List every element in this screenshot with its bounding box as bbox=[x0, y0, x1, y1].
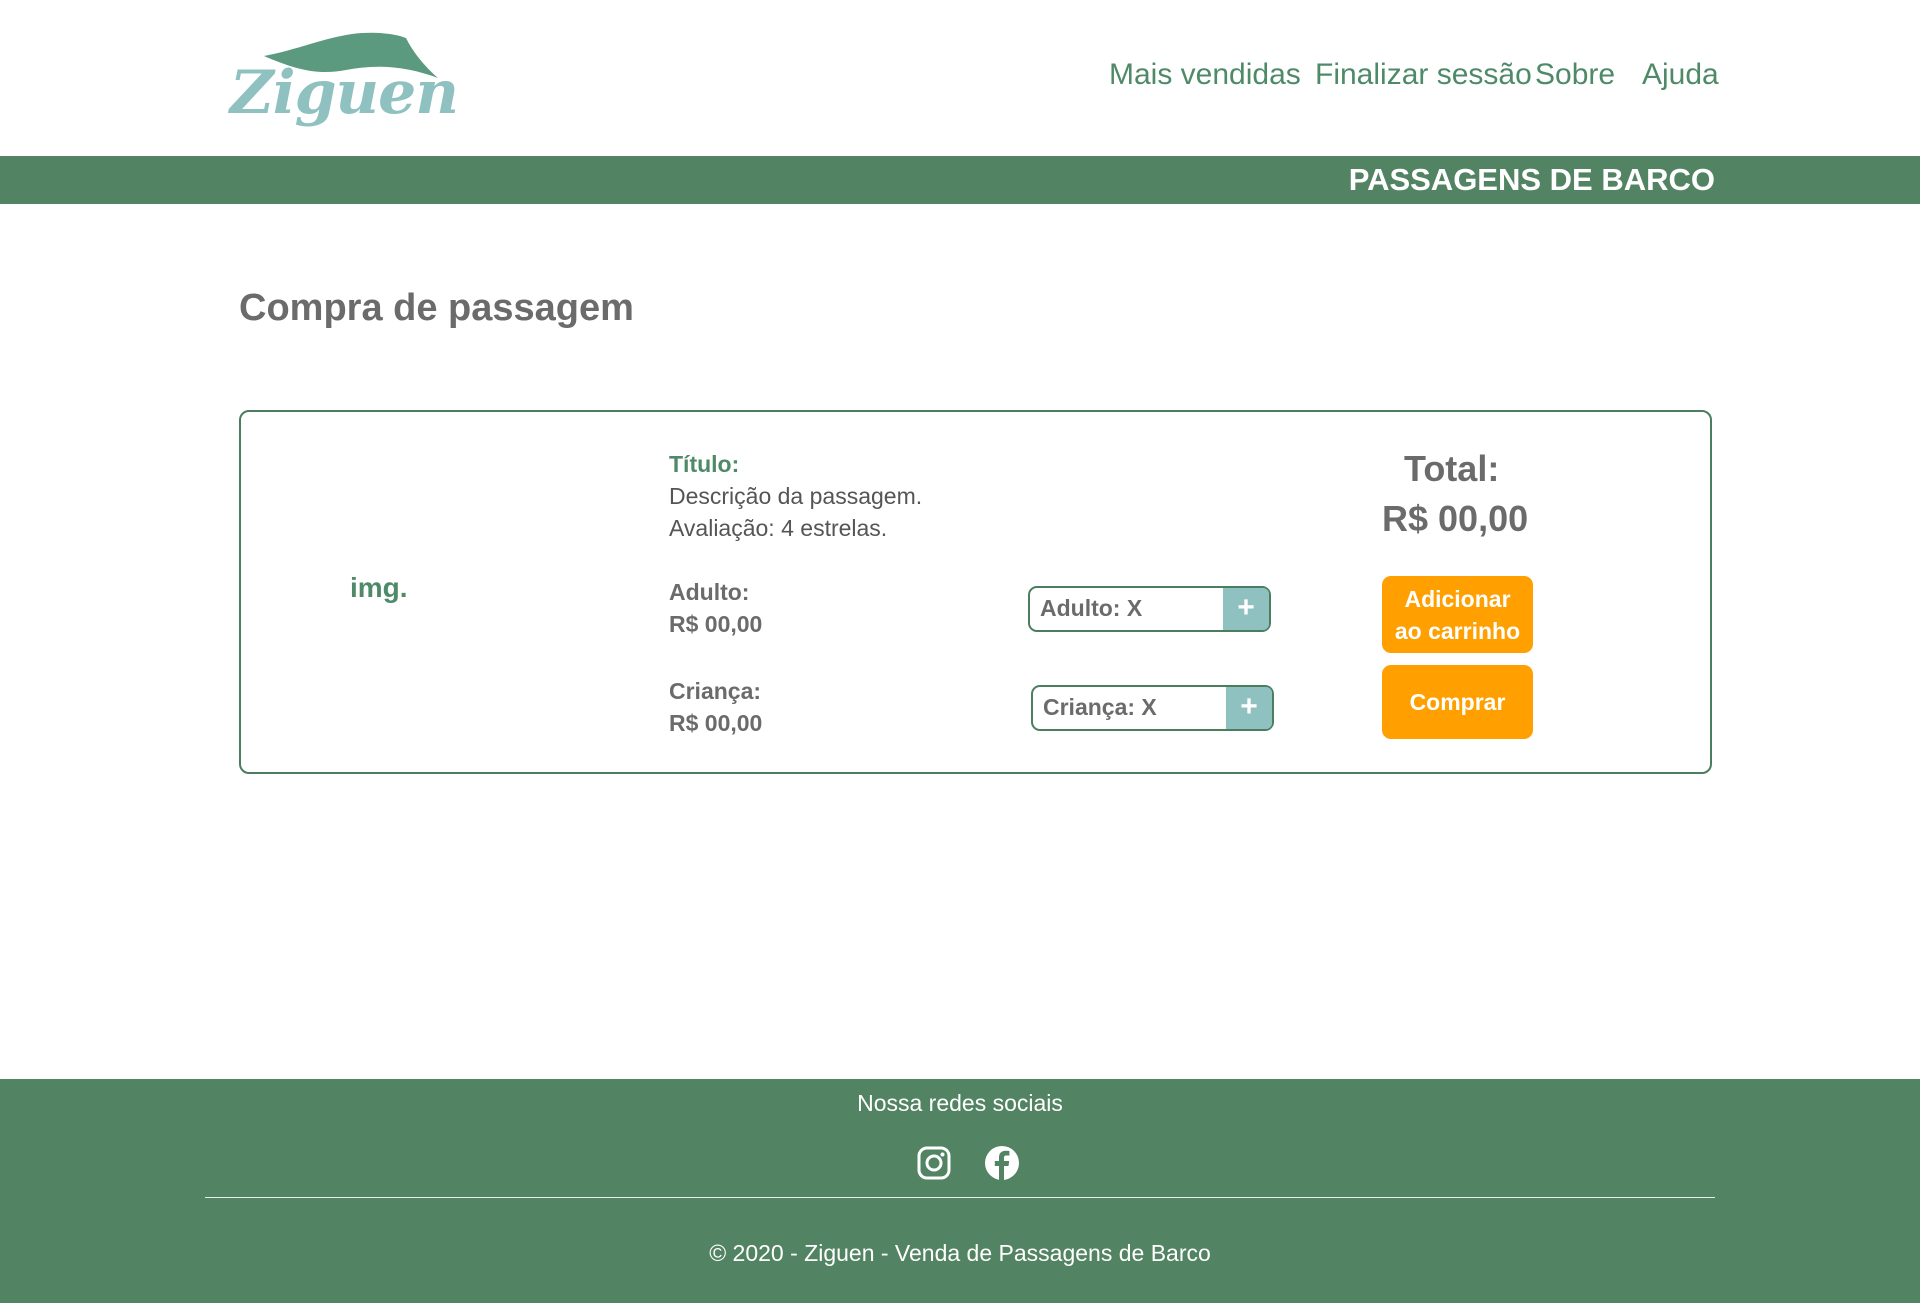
nav-ajuda[interactable]: Ajuda bbox=[1642, 58, 1719, 92]
adult-label: Adulto: bbox=[669, 579, 750, 605]
child-price-block: Criança: R$ 00,00 bbox=[669, 675, 762, 739]
nav-finalizar-sessao[interactable]: Finalizar sessão bbox=[1315, 58, 1532, 92]
child-quantity-label: Criança: X bbox=[1043, 694, 1157, 720]
facebook-icon[interactable] bbox=[984, 1145, 1020, 1181]
adult-price: R$ 00,00 bbox=[669, 611, 763, 637]
instagram-icon[interactable] bbox=[916, 1145, 952, 1181]
total-value: R$ 00,00 bbox=[1382, 498, 1529, 539]
nav-mais-vendidas[interactable]: Mais vendidas bbox=[1109, 58, 1301, 92]
nav-sobre[interactable]: Sobre bbox=[1535, 58, 1615, 92]
social-heading: Nossa redes sociais bbox=[857, 1090, 1063, 1116]
adult-plus-button[interactable]: + bbox=[1223, 588, 1269, 630]
product-rating: Avaliação: 4 estrelas. bbox=[669, 515, 888, 541]
child-plus-button[interactable]: + bbox=[1226, 687, 1272, 729]
adult-quantity-stepper[interactable]: Adulto: X + bbox=[1028, 586, 1271, 632]
total-label: Total: bbox=[1404, 448, 1500, 489]
site-footer: Nossa redes sociais © 2020 - Ziguen - Ve… bbox=[0, 1079, 1920, 1303]
child-price: R$ 00,00 bbox=[669, 710, 763, 736]
category-banner: PASSAGENS DE BARCO bbox=[0, 156, 1920, 204]
site-header: Ziguen Mais vendidas Finalizar sessão So… bbox=[0, 0, 1920, 156]
product-title-label: Título: bbox=[669, 451, 740, 477]
page-title: Compra de passagem bbox=[239, 287, 634, 329]
buy-button[interactable]: Comprar bbox=[1382, 665, 1533, 739]
logo-wordmark: Ziguen bbox=[230, 58, 459, 128]
product-image-placeholder: img. bbox=[350, 572, 408, 603]
purchase-card: img. Título: Descrição da passagem. Aval… bbox=[239, 410, 1712, 774]
banner-title: PASSAGENS DE BARCO bbox=[1348, 162, 1715, 197]
product-description: Descrição da passagem. bbox=[669, 483, 923, 509]
child-label: Criança: bbox=[669, 678, 762, 704]
child-quantity-stepper[interactable]: Criança: X + bbox=[1031, 685, 1274, 731]
copyright-text: © 2020 - Ziguen - Venda de Passagens de … bbox=[709, 1240, 1211, 1266]
adult-price-block: Adulto: R$ 00,00 bbox=[669, 576, 762, 640]
adult-quantity-label: Adulto: X bbox=[1040, 595, 1143, 621]
add-to-cart-button[interactable]: Adicionar ao carrinho bbox=[1382, 576, 1533, 653]
footer-divider bbox=[205, 1197, 1715, 1198]
ziguen-logo[interactable]: Ziguen bbox=[226, 28, 459, 146]
product-info: Título: Descrição da passagem. Avaliação… bbox=[669, 448, 922, 544]
